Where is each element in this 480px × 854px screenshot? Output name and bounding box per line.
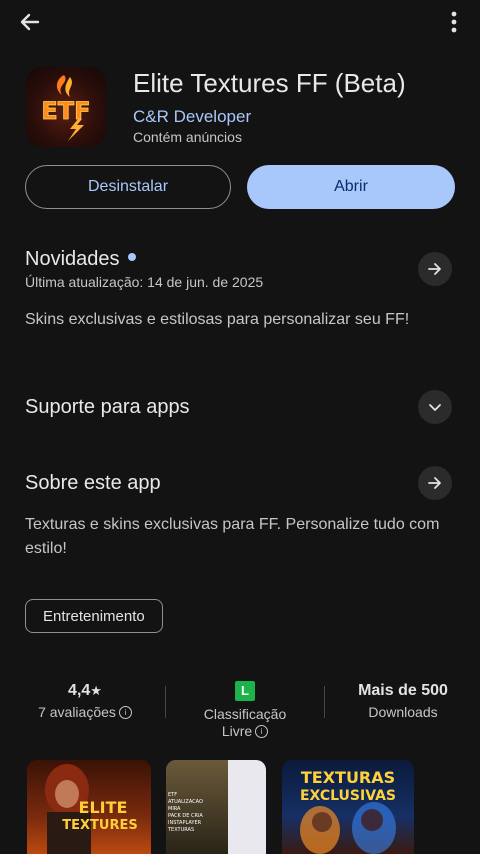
- app-title: Elite Textures FF (Beta): [133, 68, 406, 98]
- downloads-value: Mais de 500: [358, 682, 448, 699]
- about-heading[interactable]: Sobre este app: [25, 472, 161, 495]
- screenshot-2-menu: ETF ATUALIZACAO MIRA PACK DE CRIA INSTAP…: [168, 792, 228, 834]
- app-header: ETF Elite Textures FF (Beta) C&R Develop…: [26, 66, 466, 150]
- content-rating-badge: L: [235, 681, 255, 701]
- stat-divider: [324, 686, 325, 718]
- whats-new-arrow-button[interactable]: [418, 252, 452, 286]
- screenshot-1-title: ELITE: [78, 798, 128, 817]
- menu-line: INSTAPLAYER: [168, 820, 202, 826]
- more-options-icon[interactable]: [444, 8, 464, 36]
- app-icon-text: ETF: [41, 97, 90, 125]
- screenshot-1-subtitle: TEXTURES: [62, 818, 138, 833]
- downloads-stat: Mais de 500 Downloads: [338, 680, 468, 720]
- about-body: Texturas e skins exclusivas para FF. Per…: [25, 516, 440, 557]
- menu-line: MIRA: [168, 806, 181, 812]
- info-icon: i: [118, 705, 132, 719]
- arrow-right-icon: [428, 477, 441, 489]
- stat-divider: [165, 686, 166, 718]
- rating-count: 7 avaliações: [38, 704, 116, 720]
- back-arrow-icon[interactable]: [14, 6, 46, 38]
- content-rating-label: Classificação: [203, 706, 287, 722]
- screenshot-3[interactable]: TEXTURAS EXCLUSIVAS: [282, 760, 414, 854]
- info-icon: i: [255, 724, 269, 738]
- screenshot-2-panel: [228, 760, 266, 854]
- menu-line: TEXTURAS: [168, 827, 195, 833]
- chevron-down-icon: [429, 404, 441, 411]
- rating-value: 4,4: [68, 682, 91, 699]
- rating-stat[interactable]: 4,4★ 7 avaliações i: [20, 680, 150, 720]
- support-heading[interactable]: Suporte para apps: [25, 396, 190, 419]
- star-icon: ★: [90, 683, 102, 698]
- screenshot-3-title: TEXTURAS: [300, 768, 396, 787]
- new-indicator-dot: [127, 252, 136, 261]
- screenshot-3-subtitle: EXCLUSIVAS: [299, 788, 397, 804]
- menu-line: ETF: [168, 792, 178, 798]
- screenshot-2[interactable]: ETF ATUALIZACAO MIRA PACK DE CRIA INSTAP…: [166, 760, 266, 854]
- support-expand-button[interactable]: [418, 390, 452, 424]
- about-arrow-button[interactable]: [418, 466, 452, 500]
- arrow-right-icon: [428, 263, 441, 275]
- whats-new-heading: Novidades: [25, 248, 136, 271]
- uninstall-button[interactable]: Desinstalar: [25, 165, 231, 209]
- last-updated-text: Última atualização: 14 de jun. de 2025: [25, 274, 264, 290]
- top-app-bar: [0, 0, 480, 44]
- app-icon: ETF: [26, 67, 106, 147]
- category-chip[interactable]: Entretenimento: [25, 599, 163, 633]
- developer-link[interactable]: C&R Developer: [133, 107, 251, 127]
- menu-line: ATUALIZACAO: [168, 799, 203, 805]
- whats-new-title: Novidades: [25, 248, 120, 270]
- content-rating-value: Livre: [221, 723, 253, 739]
- open-button[interactable]: Abrir: [247, 165, 455, 209]
- menu-line: PACK DE CRIA: [168, 813, 203, 819]
- downloads-label: Downloads: [368, 704, 438, 720]
- whats-new-body: Skins exclusivas e estilosas para person…: [25, 311, 410, 328]
- screenshot-1[interactable]: ELITE TEXTURES: [27, 760, 151, 854]
- ads-notice: Contém anúncios: [133, 129, 242, 145]
- content-rating-stat[interactable]: L Classificação Livre i: [180, 680, 310, 739]
